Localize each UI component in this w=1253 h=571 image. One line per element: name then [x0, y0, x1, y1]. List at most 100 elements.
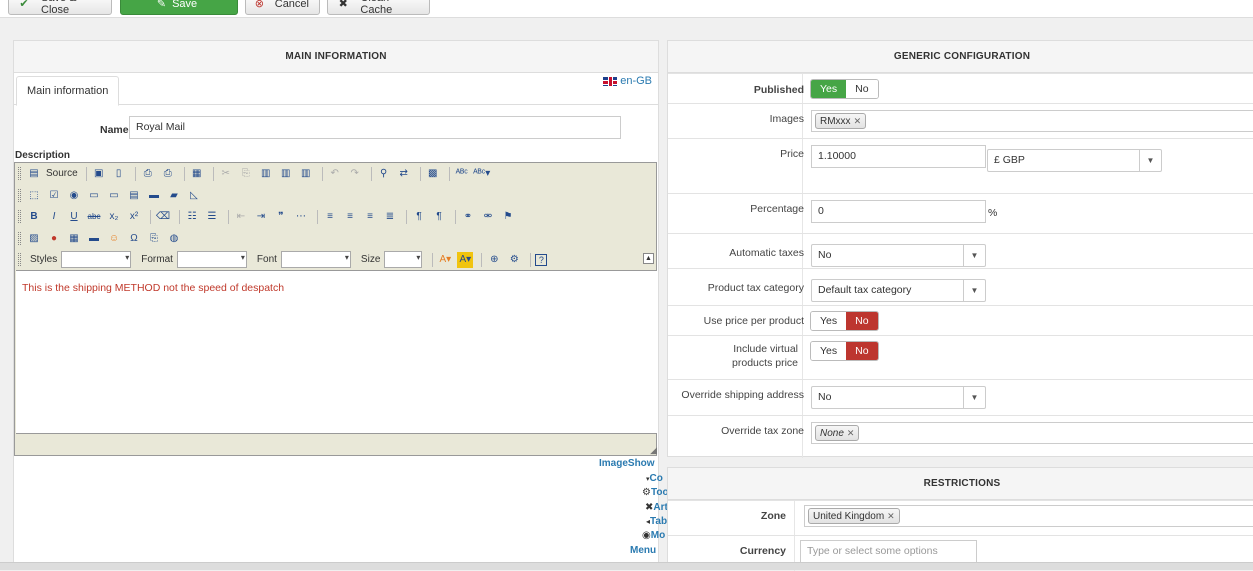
- checkbox-icon[interactable]: ☑: [46, 187, 62, 203]
- align-right-icon[interactable]: ≡: [362, 209, 378, 225]
- align-center-icon[interactable]: ≡: [342, 209, 358, 225]
- remove-chip-icon[interactable]: ✕: [847, 428, 855, 439]
- too-link[interactable]: ⚙Too: [642, 487, 669, 498]
- paste-icon[interactable]: ▥: [258, 166, 274, 182]
- include-virtual-no[interactable]: No: [846, 342, 878, 360]
- iframe-icon[interactable]: ◍: [166, 230, 182, 246]
- published-no[interactable]: No: [846, 80, 878, 98]
- spellcheck-icon[interactable]: ᴬᴮᶜ: [454, 166, 470, 182]
- redo-icon[interactable]: ↷: [347, 166, 363, 182]
- indent-icon[interactable]: ⇥: [253, 209, 269, 225]
- superscript-icon[interactable]: x²: [126, 209, 142, 225]
- format-combo[interactable]: [176, 251, 247, 269]
- subscript-icon[interactable]: x₂: [106, 209, 122, 225]
- print-icon[interactable]: ⎙: [160, 166, 176, 182]
- tab-main-information[interactable]: Main information: [16, 76, 120, 106]
- bulleted-list-icon[interactable]: ☰: [204, 209, 220, 225]
- hidden-field-icon[interactable]: ◺: [186, 187, 202, 203]
- override-tax-zone-field[interactable]: None ✕: [811, 422, 1253, 444]
- find-icon[interactable]: ⚲: [376, 166, 392, 182]
- div-icon[interactable]: ⋯: [293, 209, 309, 225]
- currency-input[interactable]: Type or select some options: [800, 540, 977, 563]
- link-icon[interactable]: ⚭: [460, 209, 476, 225]
- outdent-icon[interactable]: ⇤: [233, 209, 249, 225]
- page-break-icon[interactable]: ⎘: [146, 230, 162, 246]
- percentage-input[interactable]: 0: [811, 200, 986, 223]
- remove-chip-icon[interactable]: ✕: [854, 116, 862, 127]
- images-field[interactable]: RMxxx ✕: [811, 110, 1253, 132]
- button-field-icon[interactable]: ▬: [146, 187, 162, 203]
- bold-icon[interactable]: B: [26, 209, 42, 225]
- preview-icon[interactable]: ⎙: [140, 166, 156, 182]
- undo-icon[interactable]: ↶: [327, 166, 343, 182]
- paste-word-icon[interactable]: ▥: [298, 166, 314, 182]
- override-shipping-select[interactable]: No ▼: [811, 386, 986, 409]
- smiley-icon[interactable]: ☺: [106, 230, 122, 246]
- unlink-icon[interactable]: ⚮: [480, 209, 496, 225]
- collapse-toolbar-icon[interactable]: ▲: [643, 253, 654, 264]
- include-virtual-yes[interactable]: Yes: [811, 342, 847, 360]
- save-doc-icon[interactable]: ▣: [91, 166, 107, 182]
- justify-icon[interactable]: ≣: [382, 209, 398, 225]
- published-yes[interactable]: Yes: [811, 80, 847, 98]
- textarea-icon[interactable]: ▭: [106, 187, 122, 203]
- table-icon[interactable]: ▦: [66, 230, 82, 246]
- italic-icon[interactable]: I: [46, 209, 62, 225]
- new-page-icon[interactable]: ▯: [111, 166, 127, 182]
- scayt-icon[interactable]: ᴬᴮᶜ▾: [473, 166, 490, 182]
- clean-cache-button[interactable]: ✖ Clean Cache: [327, 0, 430, 16]
- font-combo[interactable]: [280, 251, 351, 269]
- textfield-icon[interactable]: ▭: [86, 187, 102, 203]
- price-input[interactable]: 1.10000: [811, 145, 986, 168]
- name-field[interactable]: Royal Mail: [129, 116, 621, 139]
- copy-icon[interactable]: ⎘: [238, 166, 254, 182]
- select-field-icon[interactable]: ▤: [126, 187, 142, 203]
- remove-chip-icon[interactable]: ✕: [887, 511, 895, 522]
- currency-select[interactable]: £ GBP ▼: [987, 149, 1162, 172]
- use-price-no[interactable]: No: [846, 312, 878, 330]
- save-button[interactable]: ✎ Save: [120, 0, 238, 15]
- product-tax-select[interactable]: Default tax category ▼: [811, 279, 986, 302]
- source-icon[interactable]: ▤: [26, 166, 42, 182]
- underline-icon[interactable]: U: [66, 209, 82, 225]
- show-blocks-icon[interactable]: ⚙: [506, 252, 522, 268]
- replace-icon[interactable]: ⇄: [396, 166, 412, 182]
- numbered-list-icon[interactable]: ☷: [184, 209, 200, 225]
- strike-icon[interactable]: abc: [86, 209, 102, 225]
- bg-color-icon[interactable]: A▾: [457, 251, 474, 268]
- size-combo[interactable]: [384, 251, 423, 269]
- help-icon[interactable]: ?: [535, 253, 548, 266]
- blockquote-icon[interactable]: ❞: [273, 209, 289, 225]
- include-virtual-toggle[interactable]: Yes No: [810, 341, 879, 361]
- horizontal-rule-icon[interactable]: ▬: [86, 230, 102, 246]
- flash-icon[interactable]: ●: [46, 230, 62, 246]
- ltr-icon[interactable]: ¶: [411, 209, 427, 225]
- anchor-icon[interactable]: ⚑: [500, 209, 516, 225]
- remove-format-icon[interactable]: ⌫: [155, 209, 171, 225]
- cancel-button[interactable]: ⊗ Cancel: [245, 0, 320, 15]
- form-icon[interactable]: ⬚: [26, 187, 42, 203]
- cut-icon[interactable]: ✂: [218, 166, 234, 182]
- special-char-icon[interactable]: Ω: [126, 230, 142, 246]
- templates-icon[interactable]: ▦: [189, 166, 205, 182]
- co-link[interactable]: ▾Co: [646, 473, 663, 484]
- radio-icon[interactable]: ◉: [66, 187, 82, 203]
- paste-text-icon[interactable]: ▥: [278, 166, 294, 182]
- rtl-icon[interactable]: ¶: [431, 209, 447, 225]
- published-toggle[interactable]: Yes No: [810, 79, 879, 99]
- save-close-button[interactable]: ✔ Save & Close: [8, 0, 112, 16]
- image-button-icon[interactable]: ▰: [166, 187, 182, 203]
- source-button[interactable]: Source: [46, 168, 78, 179]
- bottom-scroll-bar[interactable]: [0, 562, 1253, 570]
- imageshow-link[interactable]: ImageShow: [599, 458, 655, 469]
- use-price-yes[interactable]: Yes: [811, 312, 847, 330]
- image-icon[interactable]: ▨: [26, 230, 42, 246]
- text-color-icon[interactable]: A▾: [437, 252, 453, 268]
- align-left-icon[interactable]: ≡: [322, 209, 338, 225]
- automatic-taxes-select[interactable]: No ▼: [811, 244, 986, 267]
- resize-handle-icon[interactable]: ◢: [650, 445, 657, 456]
- language-selector[interactable]: en-GB: [603, 75, 652, 87]
- maximize-icon[interactable]: ⊕: [486, 252, 502, 268]
- select-all-icon[interactable]: ▩: [425, 166, 441, 182]
- use-price-per-product-toggle[interactable]: Yes No: [810, 311, 879, 331]
